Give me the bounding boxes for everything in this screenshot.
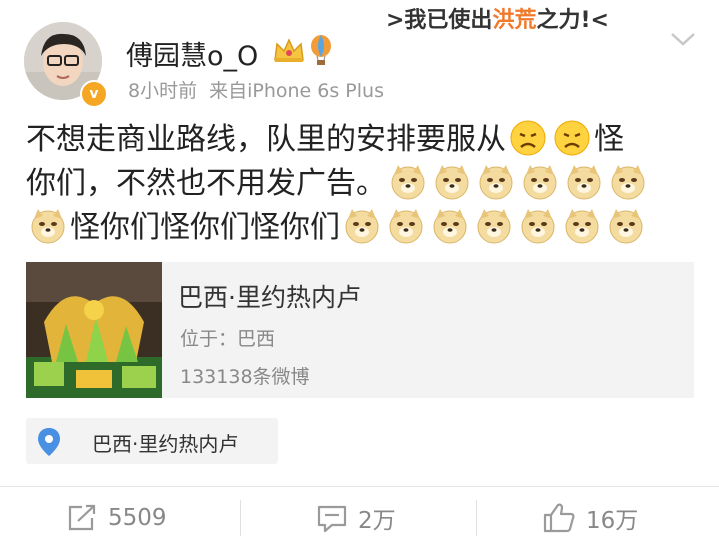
doge-icon (523, 165, 557, 200)
location-pin-icon (38, 428, 60, 456)
doge-icon (479, 165, 513, 200)
sticker-text-post: 之力!< (536, 8, 609, 33)
verified-badge-icon: v (80, 80, 108, 108)
chevron-down-icon[interactable] (668, 28, 698, 50)
comment-count: 2万 (358, 508, 396, 534)
like-button[interactable]: 16万 (542, 500, 638, 536)
comment-button[interactable]: 2万 (316, 500, 396, 536)
post-text-line1: 不想走商业路线，队里的安排要服从 (26, 122, 506, 157)
doge-icon (567, 165, 601, 200)
post-meta: 8小时前 来自iPhone 6s Plus (128, 76, 384, 103)
location-tag-label[interactable]: 巴西·里约热内卢 (92, 428, 238, 457)
doge-icon (611, 165, 645, 200)
thumbs-up-icon (543, 503, 575, 533)
crown-icon (274, 38, 304, 62)
location-card-image[interactable] (26, 262, 162, 398)
doge-icon (521, 209, 555, 244)
doge-icon (565, 209, 599, 244)
location-card-location: 位于：巴西 (180, 328, 276, 350)
doge-icon (345, 209, 379, 244)
post-text-line2: 你们，不然也不用发广告。 (26, 166, 386, 201)
location-card-title[interactable]: 巴西·里约热内卢 (178, 278, 361, 314)
sticker-text: >我已使出洪荒之力!< (386, 2, 609, 36)
balloon-icon (311, 35, 331, 65)
sad-face-icon (554, 120, 590, 156)
post-source: 来自iPhone 6s Plus (209, 80, 384, 102)
sticker-text-highlight: 洪荒 (492, 8, 537, 33)
repost-icon (68, 504, 96, 531)
post-text-line1-end: 怪 (594, 122, 624, 157)
doge-icon (435, 165, 469, 200)
post-text: 不想走商业路线，队里的安排要服从 怪 你们，不然也不用发广告。 怪你们怪你们怪你们 (26, 118, 696, 250)
like-count: 16万 (586, 508, 639, 534)
repost-button[interactable]: 5509 (66, 500, 167, 536)
sticker-text-pre: >我已使出 (386, 8, 493, 33)
doge-icon (609, 209, 643, 244)
doge-icon (389, 209, 423, 244)
action-divider (240, 500, 241, 536)
doge-icon (391, 165, 425, 200)
post-time: 8小时前 (128, 80, 198, 102)
username[interactable]: 傅园慧o_O (126, 34, 258, 73)
action-bar-divider (0, 486, 719, 487)
repost-count: 5509 (108, 505, 167, 531)
action-divider (476, 500, 477, 536)
doge-icon (477, 209, 511, 244)
comment-icon (317, 505, 347, 533)
location-card-count: 133138条微博 (180, 366, 310, 388)
post-text-line3: 怪你们怪你们怪你们 (70, 210, 340, 245)
doge-icon (31, 209, 65, 244)
doge-icon (433, 209, 467, 244)
sad-face-icon (510, 120, 546, 156)
